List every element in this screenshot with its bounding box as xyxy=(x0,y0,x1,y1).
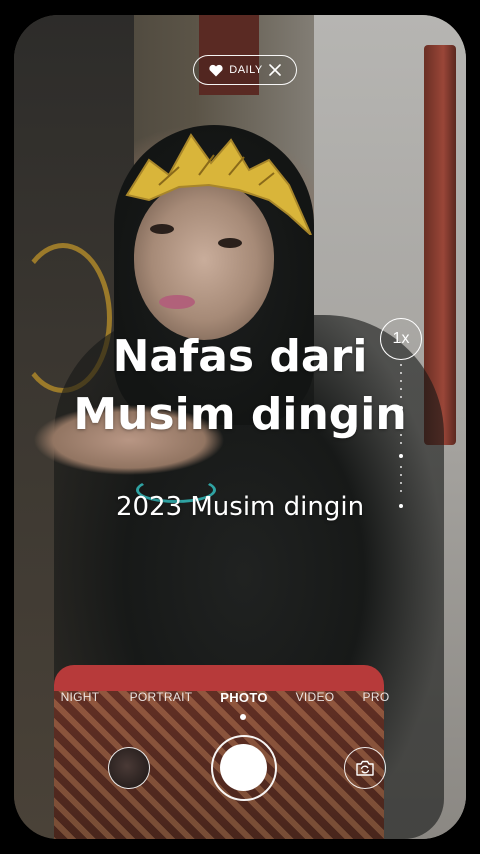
mode-portrait[interactable]: PORTRAIT xyxy=(130,690,193,704)
subject-mouth xyxy=(159,295,195,309)
zoom-tick-major xyxy=(399,406,403,410)
camera-flip-icon xyxy=(356,760,374,776)
zoom-slider[interactable] xyxy=(399,364,403,514)
zoom-tick xyxy=(400,388,402,390)
zoom-tick-major xyxy=(399,454,403,458)
gold-crown xyxy=(125,133,312,235)
gallery-thumbnail-button[interactable] xyxy=(108,747,150,789)
zoom-tick xyxy=(400,364,402,366)
zoom-level-button[interactable]: 1x xyxy=(380,318,422,360)
zoom-level-label: 1x xyxy=(392,330,410,347)
camera-flip-button[interactable] xyxy=(344,747,386,789)
zoom-tick xyxy=(400,482,402,484)
subject-eye-right xyxy=(218,238,242,248)
daily-badge-label: DAILY xyxy=(229,64,263,76)
zoom-tick xyxy=(400,372,402,374)
mode-photo[interactable]: PHOTO xyxy=(220,690,268,705)
heart-icon xyxy=(209,64,223,76)
mode-pro[interactable]: PRO xyxy=(363,690,390,704)
shutter-button-inner xyxy=(220,744,267,791)
zoom-tick xyxy=(400,442,402,444)
mode-video[interactable]: VIDEO xyxy=(296,690,335,704)
zoom-tick xyxy=(400,466,402,468)
shutter-button[interactable] xyxy=(211,735,277,801)
overlay-subtitle: 2023 Musim dingin xyxy=(115,492,365,522)
mode-night[interactable]: NIGHT xyxy=(61,690,100,704)
zoom-tick-major xyxy=(399,504,403,508)
camera-mode-selector[interactable]: NIGHT PORTRAIT PHOTO VIDEO PRO xyxy=(0,690,480,710)
mode-selected-indicator xyxy=(240,714,246,720)
zoom-tick xyxy=(400,474,402,476)
zoom-tick xyxy=(400,426,402,428)
zoom-tick xyxy=(400,434,402,436)
zoom-tick xyxy=(400,490,402,492)
close-icon[interactable] xyxy=(268,64,281,76)
zoom-tick xyxy=(400,396,402,398)
overlay-title-line2: Musim dingin xyxy=(73,389,407,440)
daily-badge[interactable]: DAILY xyxy=(193,55,297,85)
zoom-tick xyxy=(400,418,402,420)
zoom-tick xyxy=(400,380,402,382)
